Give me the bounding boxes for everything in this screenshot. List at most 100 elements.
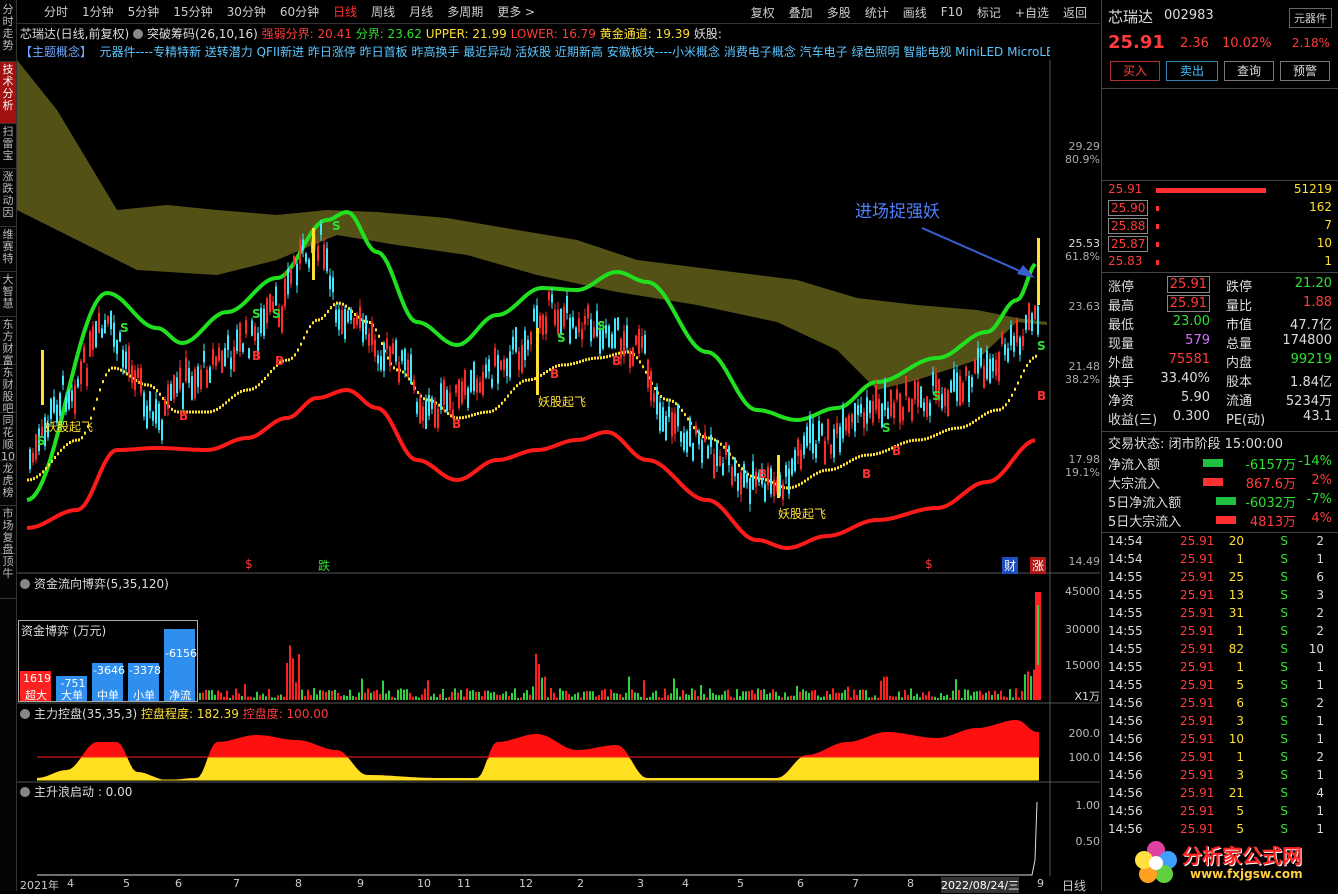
order-bar xyxy=(1156,206,1159,211)
yao-candle xyxy=(312,228,315,280)
period-tab[interactable]: 分时 xyxy=(37,3,75,20)
left-nav-item[interactable]: 东方财富 xyxy=(0,317,16,367)
order-volume: 7 xyxy=(1324,218,1332,232)
candle-body xyxy=(71,390,73,402)
tick-count: 1 xyxy=(1316,552,1324,566)
flow-label: 5日大宗流入 xyxy=(1108,515,1182,530)
candle-body xyxy=(992,357,994,372)
candle-body xyxy=(413,379,415,391)
volume-bar xyxy=(976,691,978,700)
panel4-name[interactable]: 主升浪启动 : 0.00 xyxy=(34,783,132,800)
candle-body xyxy=(890,389,892,416)
left-nav-item[interactable]: 分时走势 xyxy=(0,2,16,62)
toolbar-button[interactable]: 标记 xyxy=(970,4,1008,21)
candle-body xyxy=(863,412,865,429)
period-tab[interactable]: 30分钟 xyxy=(220,3,273,20)
period-tab[interactable]: 15分钟 xyxy=(166,3,219,20)
period-tab[interactable]: 5分钟 xyxy=(121,3,167,20)
volume-bar xyxy=(871,697,873,700)
toolbar-button[interactable]: 多股 xyxy=(820,4,858,21)
theme-tag[interactable]: 【主题概念】 xyxy=(20,43,92,60)
candle-body xyxy=(362,320,364,343)
left-nav-item[interactable]: 顶牛 xyxy=(0,554,16,599)
volume-bar xyxy=(973,691,975,700)
volume-bar xyxy=(466,688,468,700)
settings-icon[interactable] xyxy=(20,708,30,719)
sell-button[interactable]: 卖出 xyxy=(1166,61,1218,81)
panel3-axis-label: 100.0 xyxy=(1068,751,1101,764)
left-nav-item[interactable]: 维赛特 xyxy=(0,227,16,272)
tick-side: S xyxy=(1280,534,1288,548)
volume-bar xyxy=(502,693,504,700)
candle-body xyxy=(569,317,571,344)
candle-body xyxy=(974,359,976,374)
query-button[interactable]: 查询 xyxy=(1224,61,1274,81)
candle-body xyxy=(398,362,400,383)
order-bar xyxy=(1156,188,1266,193)
candle-body xyxy=(395,340,397,362)
volume-bar xyxy=(577,692,579,700)
toolbar-button[interactable]: 复权 xyxy=(744,4,782,21)
date-label: 12 xyxy=(519,877,533,890)
toolbar-button[interactable]: F10 xyxy=(934,5,970,19)
volume-bar xyxy=(256,691,258,700)
candle-body xyxy=(653,393,655,402)
toolbar-button[interactable]: +自选 xyxy=(1008,4,1056,21)
volume-bar xyxy=(400,688,402,700)
panel3-name[interactable]: 主力控盘(35,35,3) xyxy=(34,705,137,722)
candle-body xyxy=(680,431,682,442)
candle-body xyxy=(674,413,676,434)
period-toolbar: 分时 1分钟 5分钟 15分钟 30分钟 60分钟 日线 周线 月线 多周期 更多 > 复权 叠加 多股… xyxy=(17,0,1100,24)
watermark-url: www.fxjgsw.com xyxy=(1190,867,1303,881)
candle-body xyxy=(944,388,946,406)
tick-volume: 1 xyxy=(1236,660,1244,674)
left-nav-item[interactable]: 市场复盘 xyxy=(0,506,16,556)
panel2-title: 资金流向博弈(5,35,120) xyxy=(20,575,169,592)
zhang-badge[interactable]: 涨 xyxy=(1030,557,1047,574)
period-tab[interactable]: 日线 xyxy=(326,3,364,20)
candle-body xyxy=(245,320,247,334)
period-tab[interactable]: 更多 > xyxy=(490,3,542,20)
settings-icon[interactable] xyxy=(20,578,30,589)
volume-bar xyxy=(1015,688,1017,700)
stat-row: 现量 579 总量 174800 xyxy=(1108,333,1332,352)
volume-bar xyxy=(325,691,327,700)
settings-icon[interactable] xyxy=(20,786,30,797)
volume-bar xyxy=(367,688,369,700)
period-tab[interactable]: 周线 xyxy=(364,3,402,20)
candle-body xyxy=(650,371,652,401)
volume-bar xyxy=(469,690,471,700)
period-tab[interactable]: 60分钟 xyxy=(273,3,326,20)
alert-button[interactable]: 预警 xyxy=(1280,61,1330,81)
panel2-name[interactable]: 资金流向博弈(5,35,120) xyxy=(34,575,169,592)
buy-button[interactable]: 买入 xyxy=(1110,61,1160,81)
indicator-name[interactable]: 突破筹码(26,10,16) xyxy=(147,25,258,42)
cai-badge[interactable]: 财 xyxy=(1002,557,1019,574)
toolbar-button[interactable]: 统计 xyxy=(858,4,896,21)
stat-label: 跌停 xyxy=(1226,280,1253,295)
candle-body xyxy=(977,348,979,374)
left-nav-item[interactable]: 龙虎榜 xyxy=(0,461,16,506)
toolbar-button[interactable]: 画线 xyxy=(896,4,934,21)
period-tab[interactable]: 多周期 xyxy=(440,3,490,20)
candle-body xyxy=(875,385,877,410)
candle-body xyxy=(464,370,466,395)
toolbar-button[interactable]: 叠加 xyxy=(782,4,820,21)
kline-chart[interactable]: SSS SSSSSSSBB BBBBB BBB xyxy=(17,60,1100,876)
left-nav-item[interactable]: 大智慧 xyxy=(0,272,16,317)
tick-row: 14:55 25.91 1 S 1 xyxy=(1108,660,1332,678)
left-nav-item[interactable]: 技术分析 xyxy=(0,62,16,124)
sector-tag[interactable]: 元器件 xyxy=(1289,8,1332,28)
left-nav-item[interactable]: 涨跌动因 xyxy=(0,169,16,227)
volume-bar xyxy=(550,688,552,700)
volume-bar xyxy=(388,690,390,700)
volume-bar xyxy=(901,697,903,700)
left-nav-item[interactable]: 东财股吧 xyxy=(0,365,16,415)
left-nav-item[interactable]: 扫雷宝 xyxy=(0,124,16,169)
settings-icon[interactable] xyxy=(133,28,144,39)
period-tab[interactable]: 月线 xyxy=(402,3,440,20)
left-nav-item[interactable]: 同花顺10 xyxy=(0,413,16,463)
period-tab[interactable]: 1分钟 xyxy=(75,3,121,20)
volume-bar xyxy=(715,694,717,700)
toolbar-button[interactable]: 返回 xyxy=(1056,4,1094,21)
